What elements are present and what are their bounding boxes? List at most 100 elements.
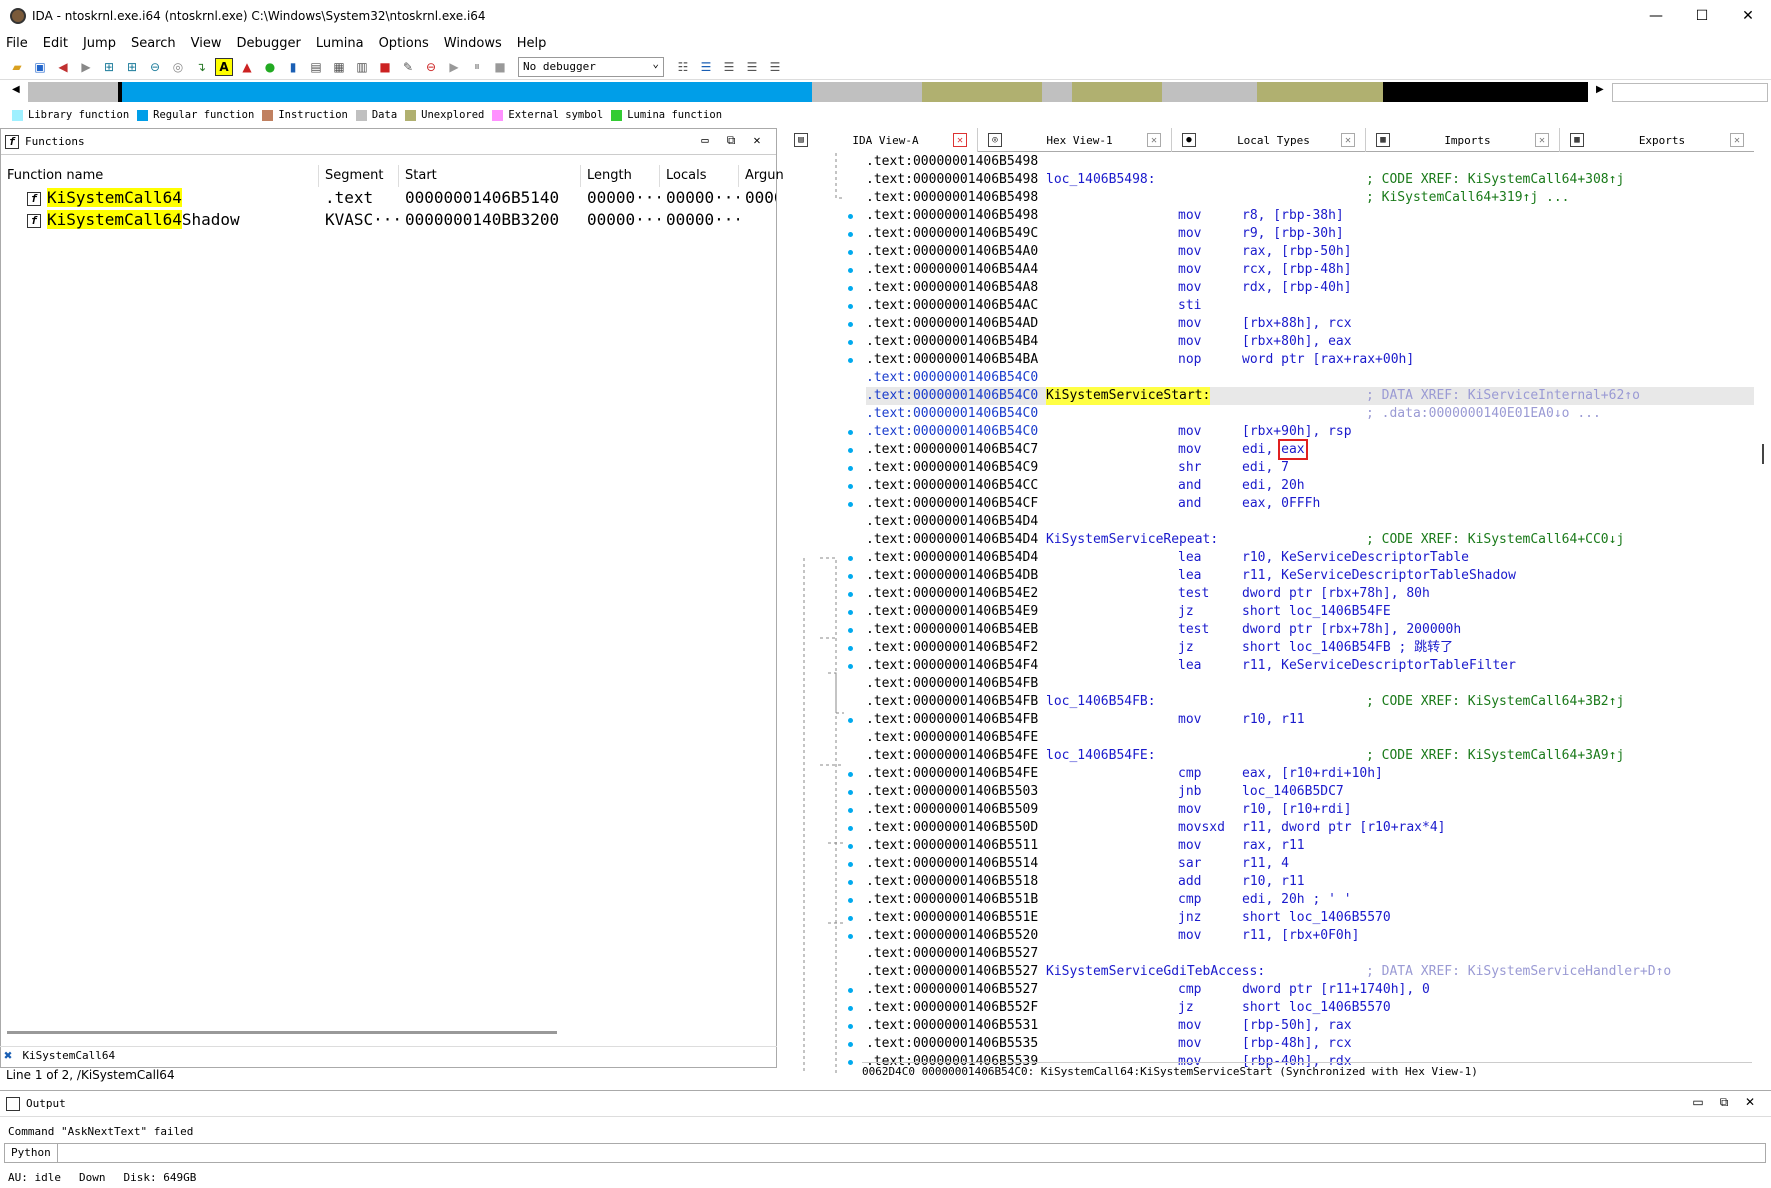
filter-text[interactable]: KiSystemCall64 [22, 1049, 115, 1062]
menu-edit[interactable]: Edit [43, 36, 68, 51]
breakpoint-dot[interactable] [848, 268, 853, 273]
play-icon[interactable]: ▶ [445, 58, 463, 76]
breakpoint-dot[interactable] [848, 502, 853, 507]
operands[interactable]: rax, r11 [1242, 837, 1305, 855]
tab-close-icon[interactable]: ✕ [953, 133, 967, 147]
disasm-line[interactable]: .text:00000001406B5527 cmp dword ptr [r11+… [866, 981, 1754, 999]
patch-icon[interactable]: ▥ [353, 58, 371, 76]
disasm-line[interactable]: .text:00000001406B550D movsxd r11, dword p… [866, 819, 1754, 837]
breakpoint-dot[interactable] [848, 610, 853, 615]
operands[interactable]: r10, r11 [1242, 711, 1305, 729]
text-view-icon[interactable]: ⊖ [146, 58, 164, 76]
disasm-line[interactable]: .text:00000001406B5498 mov r8, [rbp-38h] [866, 207, 1754, 225]
operands[interactable]: r9, [rbp-30h] [1242, 225, 1344, 243]
breakpoint-dot[interactable] [848, 808, 853, 813]
operands[interactable]: r11, [rbx+0F0h] [1242, 927, 1359, 945]
disasm-line[interactable]: .text:00000001406B551B cmp edi, 20h ; ' ' [866, 891, 1754, 909]
panel-close-icon[interactable]: ✕ [744, 133, 770, 148]
operands[interactable]: [rbx+88h], rcx [1242, 315, 1352, 333]
breakpoint-dot[interactable] [848, 250, 853, 255]
operands[interactable]: edi, 20h [1242, 477, 1305, 495]
breakpoint-dot[interactable] [848, 916, 853, 921]
breakpoint-dot[interactable] [848, 646, 853, 651]
table-row[interactable]: f KiSystemCall64Shadow KVASC··· 000000014… [1, 209, 776, 231]
nav-list3-icon[interactable]: ☰ [766, 58, 784, 76]
clear-filter-icon[interactable]: ✖ [4, 1048, 12, 1064]
disasm-line[interactable]: .text:00000001406B54C0 KiSystemServiceSta… [866, 387, 1754, 405]
jump-icon[interactable]: ↴ [192, 58, 210, 76]
navigation-band[interactable]: ◀ ▶ [8, 82, 1608, 104]
nav-band-select[interactable] [1612, 83, 1768, 102]
col-function-name[interactable]: Function name [1, 165, 319, 187]
menu-jump[interactable]: Jump [83, 36, 116, 51]
nav-right-arrow-icon[interactable]: ▶ [1596, 84, 1604, 95]
breakpoint-dot[interactable] [848, 718, 853, 723]
operands[interactable]: dword ptr [rbx+78h], 80h [1242, 585, 1430, 603]
operands[interactable]: edi, 7 [1242, 459, 1289, 477]
language-button[interactable]: Python [5, 1144, 58, 1162]
operands[interactable]: edi, 20h ; ' ' [1242, 891, 1352, 909]
edit-icon[interactable]: ✎ [399, 58, 417, 76]
record-icon[interactable]: ■ [376, 58, 394, 76]
text-color-icon[interactable]: A [215, 57, 233, 76]
breakpoint-dot[interactable] [848, 790, 853, 795]
tab-hex-view-1[interactable]: ◎ Hex View-1 ✕ [978, 128, 1172, 152]
disasm-line[interactable]: .text:00000001406B5514 sar r11, 4 [866, 855, 1754, 873]
col-length[interactable]: Length [581, 165, 660, 187]
disasm-line[interactable]: .text:00000001406B54C0 [866, 369, 1754, 387]
code-label[interactable]: KiSystemServiceStart: [1046, 387, 1211, 405]
code-label[interactable]: loc_1406B54FB: [1046, 693, 1156, 711]
disasm-line[interactable]: .text:00000001406B549C mov r9, [rbp-30h] [866, 225, 1754, 243]
list-icon[interactable]: ▤ [307, 58, 325, 76]
breakpoint-dot[interactable] [848, 232, 853, 237]
disasm-line[interactable]: .text:00000001406B54D4 [866, 513, 1754, 531]
panel-maximize-icon[interactable]: ▭ [1685, 1095, 1711, 1110]
menu-search[interactable]: Search [131, 36, 176, 51]
breakpoint-dot[interactable] [848, 844, 853, 849]
disasm-line[interactable]: .text:00000001406B54AC sti [866, 297, 1754, 315]
tab-imports[interactable]: ▦ Imports ✕ [1366, 128, 1560, 152]
disasm-line[interactable]: .text:00000001406B54E9 jz short loc_1406B5… [866, 603, 1754, 621]
breakpoint-dot[interactable] [848, 448, 853, 453]
disasm-line[interactable]: .text:00000001406B54CF and eax, 0FFFh [866, 495, 1754, 513]
breakpoint-dot[interactable] [848, 862, 853, 867]
tab-exports[interactable]: ▦ Exports ✕ [1560, 128, 1754, 152]
disasm-line[interactable]: .text:00000001406B54F4 lea r11, KeServiceD… [866, 657, 1754, 675]
breakpoint-dot[interactable] [848, 286, 853, 291]
horizontal-scrollbar[interactable] [7, 1031, 557, 1034]
pause-icon[interactable]: ⏸ [468, 58, 486, 76]
disasm-line[interactable]: .text:00000001406B54AD mov [rbx+88h], rcx [866, 315, 1754, 333]
disasm-line[interactable]: .text:00000001406B54F2 jz short loc_1406B5… [866, 639, 1754, 657]
breakpoint-dot[interactable] [848, 1024, 853, 1029]
nav-left-arrow-icon[interactable]: ◀ [12, 84, 20, 95]
operands[interactable]: dword ptr [rbx+78h], 200000h [1242, 621, 1461, 639]
operands[interactable]: rdx, [rbp-40h] [1242, 279, 1352, 297]
struct-icon[interactable]: ▦ [330, 58, 348, 76]
col-segment[interactable]: Segment [319, 165, 399, 187]
operands[interactable]: [rbx+80h], eax [1242, 333, 1352, 351]
disasm-line[interactable]: .text:00000001406B5503 jnb loc_1406B5DC7 [866, 783, 1754, 801]
disasm-line[interactable]: .text:00000001406B54FB loc_1406B54FB: ; CO… [866, 693, 1754, 711]
attach-icon[interactable]: ☰ [697, 58, 715, 76]
operands[interactable]: short loc_1406B54FE [1242, 603, 1391, 621]
disasm-line[interactable]: .text:00000001406B54FB [866, 675, 1754, 693]
back-icon[interactable]: ◀ [54, 58, 72, 76]
disasm-line[interactable]: .text:00000001406B54C9 shr edi, 7 [866, 459, 1754, 477]
col-locals[interactable]: Locals [660, 165, 739, 187]
analysis-icon[interactable]: ⊞ [100, 58, 118, 76]
breakpoint-dot[interactable] [848, 898, 853, 903]
panel-close-icon[interactable]: ✕ [1737, 1095, 1763, 1110]
lumina-icon[interactable]: ● [261, 58, 279, 76]
breakpoint-dot[interactable] [848, 592, 853, 597]
operands[interactable]: r10, r11 [1242, 873, 1305, 891]
tab-local-types[interactable]: ● Local Types ✕ [1172, 128, 1366, 152]
operands[interactable]: word ptr [rax+rax+00h] [1242, 351, 1414, 369]
tab-close-icon[interactable]: ✕ [1147, 133, 1161, 147]
disasm-line[interactable]: .text:00000001406B54C0 mov [rbx+90h], rsp [866, 423, 1754, 441]
breakpoint-dot[interactable] [848, 826, 853, 831]
operands[interactable]: short loc_1406B5570 [1242, 909, 1391, 927]
operands[interactable]: r10, [r10+rdi] [1242, 801, 1352, 819]
tab-ida-view-a[interactable]: ▤ IDA View-A ✕ [784, 128, 978, 152]
disassembly-listing[interactable]: .text:00000001406B5498 .text:00000001406B… [784, 153, 1754, 1073]
menu-view[interactable]: View [191, 36, 222, 51]
